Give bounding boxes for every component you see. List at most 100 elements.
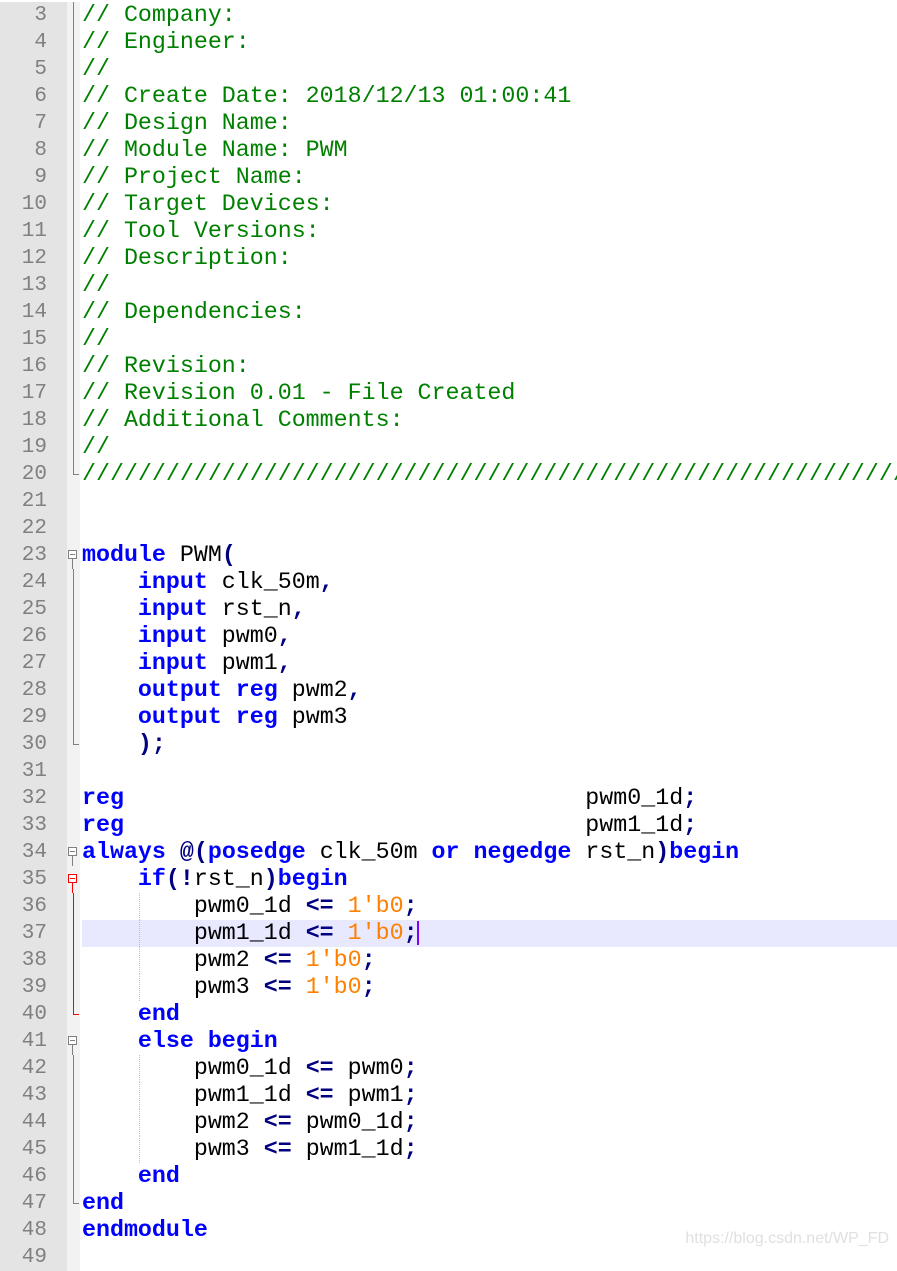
fold-margin	[67, 1136, 80, 1163]
code-line[interactable]: 26 input pwm0,	[0, 623, 897, 650]
code-text: pwm0_1d <= 1'b0;	[82, 893, 897, 920]
fold-collapse-icon[interactable]	[68, 874, 77, 883]
code-line[interactable]: 14// Dependencies:	[0, 299, 897, 326]
code-editor[interactable]: 3// Company:4// Engineer:5//6// Create D…	[0, 2, 897, 1271]
code-text: //	[82, 56, 897, 83]
code-line[interactable]: 30 );	[0, 731, 897, 758]
code-line[interactable]: 13//	[0, 272, 897, 299]
code-line[interactable]: 44 pwm2 <= pwm0_1d;	[0, 1109, 897, 1136]
fold-margin	[67, 758, 80, 785]
code-line[interactable]: 21	[0, 488, 897, 515]
code-text: reg pwm0_1d;	[82, 785, 897, 812]
line-number: 11	[0, 218, 67, 245]
code-line[interactable]: 34always @(posedge clk_50m or negedge rs…	[0, 839, 897, 866]
operator-token: <=	[264, 974, 292, 1000]
code-line[interactable]: 12// Description:	[0, 245, 897, 272]
code-line[interactable]: 47end	[0, 1190, 897, 1217]
comment-token: //	[82, 272, 110, 298]
code-line[interactable]: 42 pwm0_1d <= pwm0;	[0, 1055, 897, 1082]
identifier-token: pwm0_1d	[82, 1055, 306, 1081]
fold-collapse-icon[interactable]	[68, 847, 77, 856]
watermark: https://blog.csdn.net/WP_FD	[685, 1230, 889, 1248]
code-line[interactable]: 16// Revision:	[0, 353, 897, 380]
code-text: // Tool Versions:	[82, 218, 897, 245]
code-text	[82, 1244, 897, 1271]
code-line[interactable]: 33reg pwm1_1d;	[0, 812, 897, 839]
fold-line	[73, 110, 74, 137]
fold-margin	[67, 542, 80, 569]
code-line[interactable]: 11 // Tool Versions:	[0, 218, 897, 245]
code-line[interactable]: 8// Module Name: PWM	[0, 137, 897, 164]
code-line[interactable]: 17// Revision 0.01 - File Created	[0, 380, 897, 407]
code-line[interactable]: 23module PWM(	[0, 542, 897, 569]
line-number: 4	[0, 29, 67, 56]
fold-margin	[67, 2, 80, 29]
code-text: output reg pwm3	[82, 704, 897, 731]
fold-margin	[67, 974, 80, 1001]
code-text: input clk_50m,	[82, 569, 897, 596]
keyword-token: output	[138, 677, 222, 703]
comment-token: // Target Devices:	[82, 191, 334, 217]
identifier-token: pwm2	[278, 677, 348, 703]
code-line[interactable]: 41 else begin	[0, 1028, 897, 1055]
code-line[interactable]: 36 pwm0_1d <= 1'b0;	[0, 893, 897, 920]
indent-guide	[139, 920, 140, 947]
code-line[interactable]: 45 pwm3 <= pwm1_1d;	[0, 1136, 897, 1163]
code-line[interactable]: 28 output reg pwm2,	[0, 677, 897, 704]
fold-line	[73, 1082, 74, 1109]
identifier-token: pwm3	[82, 1136, 264, 1162]
indent-guide	[139, 1136, 140, 1163]
identifier-token	[82, 596, 138, 622]
code-line[interactable]: 39 pwm3 <= 1'b0;	[0, 974, 897, 1001]
fold-line	[73, 1055, 74, 1082]
code-line[interactable]: 20//////////////////////////////////////…	[0, 461, 897, 488]
fold-margin	[67, 191, 80, 218]
fold-line	[73, 1109, 74, 1136]
code-line[interactable]: 37 pwm1_1d <= 1'b0;	[0, 920, 897, 947]
fold-line	[73, 299, 74, 326]
keyword-token: module	[82, 542, 166, 568]
code-line[interactable]: 6// Create Date: 2018/12/13 01:00:41	[0, 83, 897, 110]
fold-collapse-icon[interactable]	[68, 550, 77, 559]
code-line[interactable]: 46 end	[0, 1163, 897, 1190]
code-line[interactable]: 5//	[0, 56, 897, 83]
code-line[interactable]: 4// Engineer:	[0, 29, 897, 56]
code-line[interactable]: 15//	[0, 326, 897, 353]
fold-line	[73, 326, 74, 353]
code-line[interactable]: 10// Target Devices:	[0, 191, 897, 218]
code-line[interactable]: 3// Company:	[0, 2, 897, 29]
fold-collapse-icon[interactable]	[68, 1036, 77, 1045]
code-line[interactable]: 18// Additional Comments:	[0, 407, 897, 434]
line-number: 8	[0, 137, 67, 164]
fold-margin	[67, 29, 80, 56]
line-number: 3	[0, 2, 67, 29]
fold-margin	[67, 245, 80, 272]
identifier-token: pwm0_1d	[124, 785, 683, 811]
identifier-token	[166, 839, 180, 865]
code-line[interactable]: 19//	[0, 434, 897, 461]
line-number: 33	[0, 812, 67, 839]
code-text: pwm2 <= 1'b0;	[82, 947, 897, 974]
code-line[interactable]: 29 output reg pwm3	[0, 704, 897, 731]
code-line[interactable]: 49	[0, 1244, 897, 1271]
identifier-token	[460, 839, 474, 865]
line-number: 18	[0, 407, 67, 434]
code-line[interactable]: 35 if(!rst_n)begin	[0, 866, 897, 893]
code-line[interactable]: 38 pwm2 <= 1'b0;	[0, 947, 897, 974]
code-line[interactable]: 27 input pwm1,	[0, 650, 897, 677]
code-line[interactable]: 32reg pwm0_1d;	[0, 785, 897, 812]
code-line[interactable]: 9// Project Name:	[0, 164, 897, 191]
code-line[interactable]: 43 pwm1_1d <= pwm1;	[0, 1082, 897, 1109]
code-line[interactable]: 22	[0, 515, 897, 542]
identifier-token: pwm1_1d	[124, 812, 683, 838]
comment-token: //	[82, 326, 110, 352]
operator-token: ;	[404, 1136, 418, 1162]
code-line[interactable]: 7// Design Name:	[0, 110, 897, 137]
code-line[interactable]: 25 input rst_n,	[0, 596, 897, 623]
fold-margin	[67, 272, 80, 299]
code-line[interactable]: 40 end	[0, 1001, 897, 1028]
code-line[interactable]: 24 input clk_50m,	[0, 569, 897, 596]
identifier-token	[82, 866, 138, 892]
keyword-token: endmodule	[82, 1217, 208, 1243]
code-line[interactable]: 31	[0, 758, 897, 785]
